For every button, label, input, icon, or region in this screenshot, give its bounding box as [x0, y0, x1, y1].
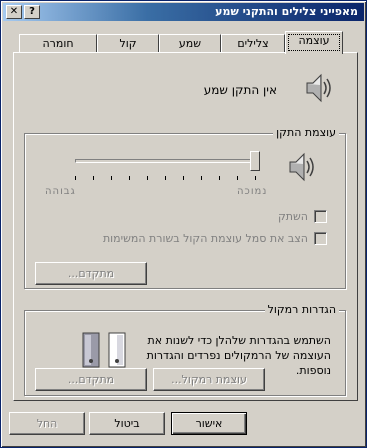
- speaker-volume-button[interactable]: עוצמת רמקול...: [153, 368, 265, 391]
- volume-slider-track[interactable]: [75, 159, 255, 163]
- tray-icon-checkbox-row[interactable]: הצב את סמל עוצמת הקול בשורת המשימות: [103, 232, 327, 245]
- close-button[interactable]: ✕: [6, 5, 22, 19]
- slider-tick: [129, 176, 130, 180]
- speaker-icon: [289, 152, 314, 182]
- tab-hardware[interactable]: חומרה: [19, 34, 97, 53]
- tray-icon-label: הצב את סמל עוצמת הקול בשורת המשימות: [102, 232, 308, 245]
- slider-tick: [147, 176, 148, 180]
- slider-tick: [237, 176, 238, 180]
- slider-tick: [111, 176, 112, 180]
- speaker-settings-group: הגדרות רמקול השתמש בהגדרות שלהלן כדי לשנ…: [24, 303, 346, 396]
- slider-tick: [219, 176, 220, 180]
- volume-slider-thumb[interactable]: [250, 151, 260, 171]
- speakers-icon: [82, 332, 126, 368]
- mute-label: השתק: [277, 210, 308, 223]
- device-advanced-button[interactable]: מתקדם...: [35, 262, 147, 285]
- slider-tick: [183, 176, 184, 180]
- speaker-icon: [306, 73, 331, 103]
- title-bar[interactable]: ✕ ? מאפייני צלילים והתקני שמע: [3, 3, 364, 21]
- volume-high-label: גבוהה: [45, 186, 76, 197]
- speaker-advanced-button[interactable]: מתקדם...: [35, 368, 147, 391]
- tab-voice[interactable]: קול: [97, 34, 159, 53]
- mute-checkbox-row[interactable]: השתק: [278, 210, 327, 223]
- tab-strip: עוצמה צלילים שמע קול חומרה: [1, 31, 367, 54]
- slider-tick: [201, 176, 202, 180]
- slider-tick: [75, 176, 76, 180]
- tray-icon-checkbox[interactable]: [314, 232, 327, 245]
- slider-tick: [93, 176, 94, 180]
- device-volume-group: עוצמת התקן נמוכה גבוהה השתק הצב את סמל ע…: [24, 126, 346, 289]
- tab-audio[interactable]: שמע: [159, 34, 221, 53]
- slider-tick: [165, 176, 166, 180]
- no-device-label: אין התקן שמע: [203, 83, 277, 97]
- tab-sounds[interactable]: צלילים: [221, 34, 285, 53]
- volume-panel: אין התקן שמע עוצמת התקן נמוכה גבוהה השתק: [13, 52, 358, 401]
- cancel-button[interactable]: ביטול: [89, 412, 165, 435]
- speaker-settings-legend: הגדרות רמקול: [264, 303, 339, 316]
- properties-window: ✕ ? מאפייני צלילים והתקני שמע עוצמה צליל…: [0, 0, 367, 448]
- volume-low-label: נמוכה: [237, 186, 268, 197]
- device-volume-legend: עוצמת התקן: [273, 126, 339, 139]
- window-title: מאפייני צלילים והתקני שמע: [215, 5, 358, 18]
- ok-button[interactable]: אישור: [171, 412, 247, 435]
- help-button[interactable]: ?: [24, 5, 40, 19]
- tab-volume[interactable]: עוצמה: [285, 31, 343, 54]
- apply-button[interactable]: החל: [9, 412, 85, 435]
- mute-checkbox[interactable]: [314, 210, 327, 223]
- slider-tick: [255, 176, 256, 180]
